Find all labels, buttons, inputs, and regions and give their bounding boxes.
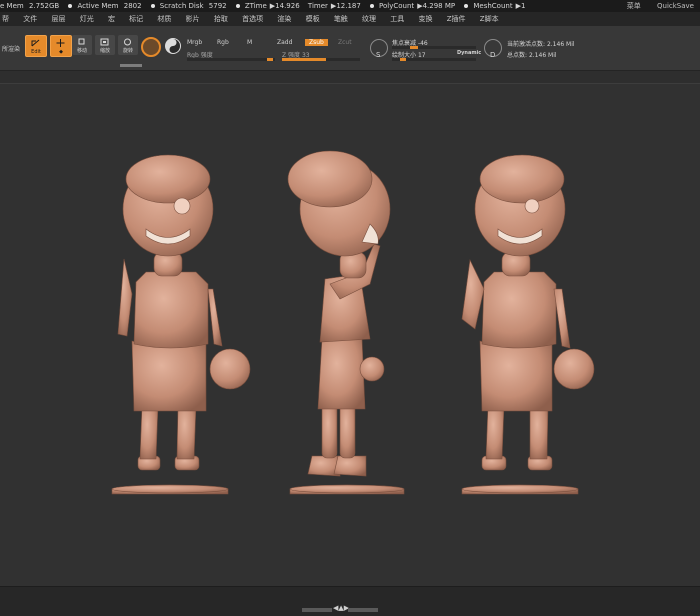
zsub-toggle[interactable]: Zsub [305, 39, 328, 46]
menu-macro[interactable]: 宏 [108, 12, 115, 26]
focal-shift-slider[interactable] [392, 46, 476, 49]
menu-preferences[interactable]: 首选项 [242, 12, 263, 26]
status-dot-icon [464, 4, 469, 8]
figure-side-view [287, 150, 405, 495]
bottom-grip-right[interactable] [348, 608, 378, 612]
menu-picker[interactable]: 拾取 [214, 12, 228, 26]
status-ztime: ZTime ▶14.926 [244, 2, 300, 10]
mrgb-toggle[interactable]: Mrgb [187, 39, 202, 46]
status-dot-icon [150, 4, 155, 8]
menu-zplugin[interactable]: Z插件 [447, 12, 466, 26]
figure-threequarter-view [461, 154, 595, 495]
menu-file[interactable]: 文件 [23, 12, 37, 26]
status-mem: e Mem 2.752GB [0, 2, 60, 10]
menu-item[interactable]: 帮 [2, 12, 9, 26]
spotlight-yin-yang-icon[interactable] [165, 38, 181, 54]
menu-transform[interactable]: 变换 [419, 12, 433, 26]
dynamic-toggle[interactable]: Dynamic [457, 50, 481, 56]
menu-material[interactable]: 材质 [157, 12, 171, 26]
scale-button[interactable]: 缩放 [95, 35, 115, 55]
quicksave-button[interactable]: QuickSave [657, 2, 694, 10]
menu-movie[interactable]: 影片 [186, 12, 200, 26]
status-meshcount: MeshCount ▶1 [473, 2, 526, 10]
menu-stroke[interactable]: 笔触 [334, 12, 348, 26]
bottom-grip-left[interactable] [302, 608, 332, 612]
rotate-button[interactable]: 旋转 [118, 35, 138, 55]
render-label: 所渲染 [2, 46, 21, 53]
active-points-readout: 当前激活点数: 2.146 Mil [507, 41, 575, 48]
status-dot-icon [68, 4, 73, 8]
menu-stencil[interactable]: 模板 [306, 12, 320, 26]
draw-icon [56, 39, 65, 47]
status-polycount: PolyCount ▶4.298 MP [379, 2, 456, 10]
top-shelf: 所渲染 Edit ◆ 移动 缩放 旋转 Mrgb Rgb M Zadd Zsub… [0, 26, 700, 71]
z-intensity-slider[interactable] [282, 58, 360, 61]
menu-bar: 帮 文件 层层 灯光 宏 标记 材质 影片 拾取 首选项 渲染 模板 笔触 纹理… [0, 12, 700, 26]
status-metrics: e Mem 2.752GB Active Mem 2802 Scratch Di… [0, 0, 531, 12]
total-points-readout: 总点数: 2.146 Mil [507, 52, 557, 59]
rotate-icon [124, 38, 131, 46]
status-bar: e Mem 2.752GB Active Mem 2802 Scratch Di… [0, 0, 700, 12]
status-active-mem: Active Mem 2802 [77, 2, 142, 10]
sculpture-canvas [111, 150, 595, 495]
status-dot-icon [235, 4, 240, 8]
status-right: 菜单 QuickSave [613, 0, 694, 12]
s-hotkey: S [376, 51, 381, 59]
move-icon [78, 38, 85, 45]
d-hotkey: D [490, 51, 496, 59]
edit-button[interactable]: Edit [25, 35, 47, 57]
material-sphere-icon[interactable] [141, 37, 161, 57]
draw-size-slider[interactable] [392, 58, 476, 61]
menu-marker[interactable]: 标记 [129, 12, 143, 26]
rgb-toggle[interactable]: Rgb [217, 39, 229, 46]
status-dot-icon [369, 4, 374, 8]
move-button[interactable]: 移动 [72, 35, 92, 55]
menu-tool[interactable]: 工具 [390, 12, 404, 26]
yin-yang-icon [169, 39, 180, 53]
figure-front-view [111, 154, 251, 495]
bottom-tray: ◀▲▶ [0, 586, 700, 616]
menu-zscript[interactable]: Z脚本 [480, 12, 499, 26]
menu-layer[interactable]: 层层 [51, 12, 65, 26]
zcut-toggle[interactable]: Zcut [338, 39, 352, 46]
menu-render[interactable]: 渲染 [277, 12, 291, 26]
zadd-toggle[interactable]: Zadd [277, 39, 292, 46]
status-scratch-disk: Scratch Disk 5792 [159, 2, 227, 10]
scale-icon [100, 38, 109, 46]
tray-toggle-arrows-icon[interactable]: ◀▲▶ [333, 604, 349, 612]
rgb-intensity-slider[interactable] [187, 58, 275, 61]
edit-icon [31, 39, 40, 47]
shelf-scroll-handle[interactable] [120, 64, 142, 67]
menus-toggle[interactable]: 菜单 [627, 2, 641, 10]
canvas-viewport[interactable] [0, 83, 700, 587]
draw-label: ◆ [59, 49, 63, 55]
menu-texture[interactable]: 纹理 [362, 12, 376, 26]
m-toggle[interactable]: M [247, 39, 252, 46]
status-timer: Timer ▶12.187 [307, 2, 361, 10]
draw-button[interactable]: ◆ [50, 35, 72, 57]
menu-light[interactable]: 灯光 [80, 12, 94, 26]
